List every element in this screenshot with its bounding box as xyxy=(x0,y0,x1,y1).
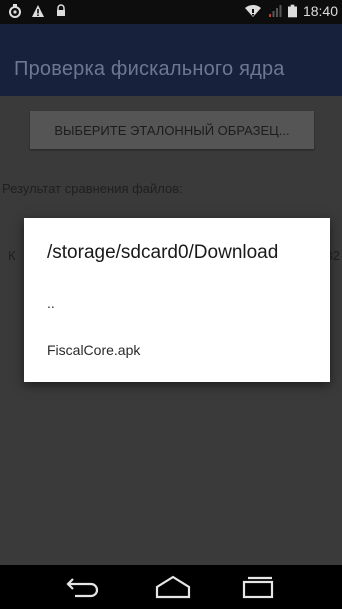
android-debug-icon xyxy=(9,4,21,18)
file-chooser-dialog: /storage/sdcard0/Download .. FiscalCore.… xyxy=(24,218,330,382)
app-bar: Проверка фискального ядра xyxy=(0,24,342,96)
signal-icon xyxy=(268,5,282,17)
battery-icon xyxy=(287,4,297,18)
page-title: Проверка фискального ядра xyxy=(14,58,285,80)
result-row-left-text: К xyxy=(8,248,16,263)
warning-icon xyxy=(32,5,44,17)
status-bar: 18:40 xyxy=(0,0,342,24)
select-reference-button[interactable]: ВЫБЕРИТЕ ЭТАЛОННЫЙ ОБРАЗЕЦ... xyxy=(30,111,314,149)
wifi-icon xyxy=(244,4,261,17)
file-item-fiscalcore[interactable]: FiscalCore.apk xyxy=(47,342,140,358)
navigation-bar xyxy=(0,565,342,609)
dialog-title: /storage/sdcard0/Download xyxy=(47,242,279,263)
comparison-result-label: Результат сравнения файлов: xyxy=(2,181,183,196)
status-time: 18:40 xyxy=(302,3,338,19)
recent-apps-icon[interactable] xyxy=(238,573,278,601)
home-icon[interactable] xyxy=(153,573,193,601)
back-icon[interactable] xyxy=(63,573,103,601)
parent-directory-item[interactable]: .. xyxy=(47,295,55,311)
lock-icon xyxy=(57,4,65,16)
